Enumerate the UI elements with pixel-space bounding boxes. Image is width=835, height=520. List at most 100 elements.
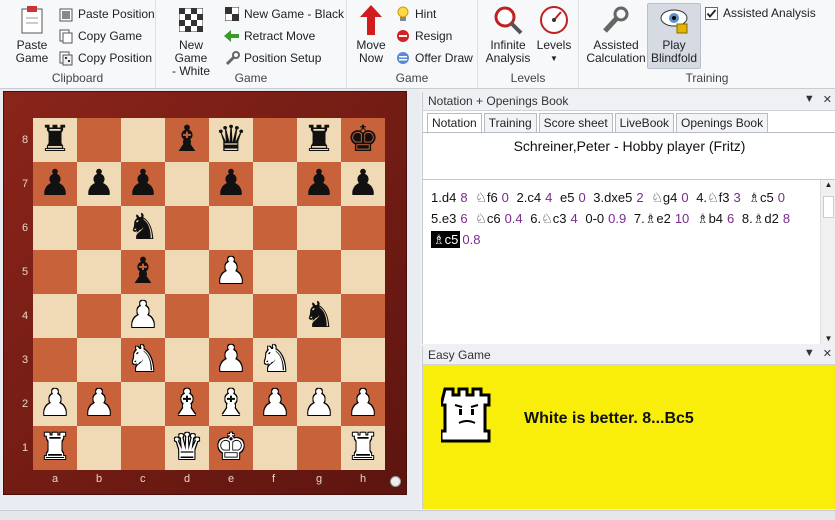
move[interactable]: 7.♗e2 [634, 211, 671, 226]
square-e6[interactable] [209, 206, 253, 250]
paste-position-button[interactable]: Paste Position [58, 4, 155, 24]
black-pawn-icon[interactable]: ♟ [83, 162, 115, 206]
move[interactable]: 2.c4 [517, 190, 542, 205]
pane-menu-chevron-icon[interactable]: ▼ [804, 347, 815, 360]
square-g5[interactable] [297, 250, 341, 294]
white-rook-icon[interactable]: ♜ [39, 426, 71, 470]
square-a3[interactable] [33, 338, 77, 382]
white-pawn-icon[interactable]: ♟ [215, 250, 247, 294]
black-bishop-icon[interactable]: ♝ [127, 250, 159, 294]
square-d8[interactable]: ♝ [165, 118, 209, 162]
position-setup-button[interactable]: Position Setup [224, 48, 321, 68]
current-move[interactable]: ♗c5 [431, 231, 461, 248]
square-f6[interactable] [253, 206, 297, 250]
move[interactable]: ♘f6 [475, 190, 498, 205]
paste-game-button[interactable]: Paste Game [10, 4, 54, 65]
square-d5[interactable] [165, 250, 209, 294]
square-f5[interactable] [253, 250, 297, 294]
square-e5[interactable]: ♟ [209, 250, 253, 294]
white-pawn-icon[interactable]: ♟ [127, 294, 159, 338]
assisted-analysis-checkbox[interactable]: Assisted Analysis [703, 3, 816, 23]
square-h6[interactable] [341, 206, 385, 250]
square-d3[interactable] [165, 338, 209, 382]
square-c4[interactable]: ♟ [121, 294, 165, 338]
square-b8[interactable] [77, 118, 121, 162]
move[interactable]: ♗c5 [748, 190, 773, 205]
square-a4[interactable] [33, 294, 77, 338]
square-g7[interactable]: ♟ [297, 162, 341, 206]
square-d7[interactable] [165, 162, 209, 206]
tab-notation[interactable]: Notation [427, 113, 482, 134]
square-e1[interactable]: ♚ [209, 426, 253, 470]
move-list[interactable]: 1.d4 8 ♘f6 0 2.c4 4 e5 0 3.dxe5 2 ♘g4 0 4.♘f3 3… [431, 187, 816, 250]
square-c2[interactable] [121, 382, 165, 426]
tab-livebook[interactable]: LiveBook [614, 113, 675, 133]
tab-training[interactable]: Training [483, 113, 537, 133]
square-h1[interactable]: ♜ [341, 426, 385, 470]
white-king-icon[interactable]: ♚ [215, 426, 247, 470]
white-bishop-icon[interactable]: ♝ [171, 382, 203, 426]
white-rook-icon[interactable]: ♜ [347, 426, 379, 470]
black-pawn-icon[interactable]: ♟ [303, 162, 335, 206]
white-bishop-icon[interactable]: ♝ [215, 382, 247, 426]
square-e8[interactable]: ♛ [209, 118, 253, 162]
play-blindfold-button[interactable]: Play Blindfold [647, 3, 701, 69]
square-g4[interactable]: ♞ [297, 294, 341, 338]
square-c7[interactable]: ♟ [121, 162, 165, 206]
square-a2[interactable]: ♟ [33, 382, 77, 426]
square-b7[interactable]: ♟ [77, 162, 121, 206]
square-f4[interactable] [253, 294, 297, 338]
square-h2[interactable]: ♟ [341, 382, 385, 426]
move[interactable]: 8.♗d2 [742, 211, 779, 226]
square-b3[interactable] [77, 338, 121, 382]
offer-draw-button[interactable]: Offer Draw [395, 48, 473, 68]
resign-button[interactable]: Resign [395, 26, 452, 46]
black-pawn-icon[interactable]: ♟ [39, 162, 71, 206]
infinite-analysis-button[interactable]: Infinite Analysis [484, 4, 532, 65]
square-e3[interactable]: ♟ [209, 338, 253, 382]
close-icon[interactable]: ✕ [823, 93, 832, 106]
square-f2[interactable]: ♟ [253, 382, 297, 426]
square-h3[interactable] [341, 338, 385, 382]
square-d4[interactable] [165, 294, 209, 338]
black-rook-icon[interactable]: ♜ [303, 118, 335, 162]
white-knight-icon[interactable]: ♞ [127, 338, 159, 382]
white-pawn-icon[interactable]: ♟ [39, 382, 71, 426]
square-g8[interactable]: ♜ [297, 118, 341, 162]
square-f3[interactable]: ♞ [253, 338, 297, 382]
square-a7[interactable]: ♟ [33, 162, 77, 206]
black-bishop-icon[interactable]: ♝ [171, 118, 203, 162]
square-h7[interactable]: ♟ [341, 162, 385, 206]
move-now-button[interactable]: Move Now [351, 4, 391, 65]
square-g3[interactable] [297, 338, 341, 382]
square-c8[interactable] [121, 118, 165, 162]
square-c5[interactable]: ♝ [121, 250, 165, 294]
new-game-black-button[interactable]: New Game - Black [224, 4, 344, 24]
square-g1[interactable] [297, 426, 341, 470]
black-king-icon[interactable]: ♚ [347, 118, 379, 162]
square-f7[interactable] [253, 162, 297, 206]
notation-scrollbar[interactable]: ▲ ▼ [820, 180, 835, 344]
square-c3[interactable]: ♞ [121, 338, 165, 382]
white-pawn-icon[interactable]: ♟ [259, 382, 291, 426]
square-b5[interactable] [77, 250, 121, 294]
white-pawn-icon[interactable]: ♟ [215, 338, 247, 382]
black-knight-icon[interactable]: ♞ [303, 294, 335, 338]
move[interactable]: ♘c6 [475, 211, 500, 226]
black-pawn-icon[interactable]: ♟ [215, 162, 247, 206]
white-knight-icon[interactable]: ♞ [259, 338, 291, 382]
move[interactable]: ♘g4 [651, 190, 677, 205]
square-b1[interactable] [77, 426, 121, 470]
scroll-up-icon[interactable]: ▲ [821, 180, 835, 189]
square-b2[interactable]: ♟ [77, 382, 121, 426]
close-icon[interactable]: ✕ [823, 347, 832, 360]
move[interactable]: 1.d4 [431, 190, 456, 205]
move[interactable]: e5 [560, 190, 574, 205]
square-b4[interactable] [77, 294, 121, 338]
white-pawn-icon[interactable]: ♟ [303, 382, 335, 426]
tab-openings-book[interactable]: Openings Book [676, 113, 769, 133]
square-f1[interactable] [253, 426, 297, 470]
square-a1[interactable]: ♜ [33, 426, 77, 470]
scroll-down-icon[interactable]: ▼ [821, 334, 835, 343]
levels-button[interactable]: Levels ▼ [534, 4, 574, 65]
